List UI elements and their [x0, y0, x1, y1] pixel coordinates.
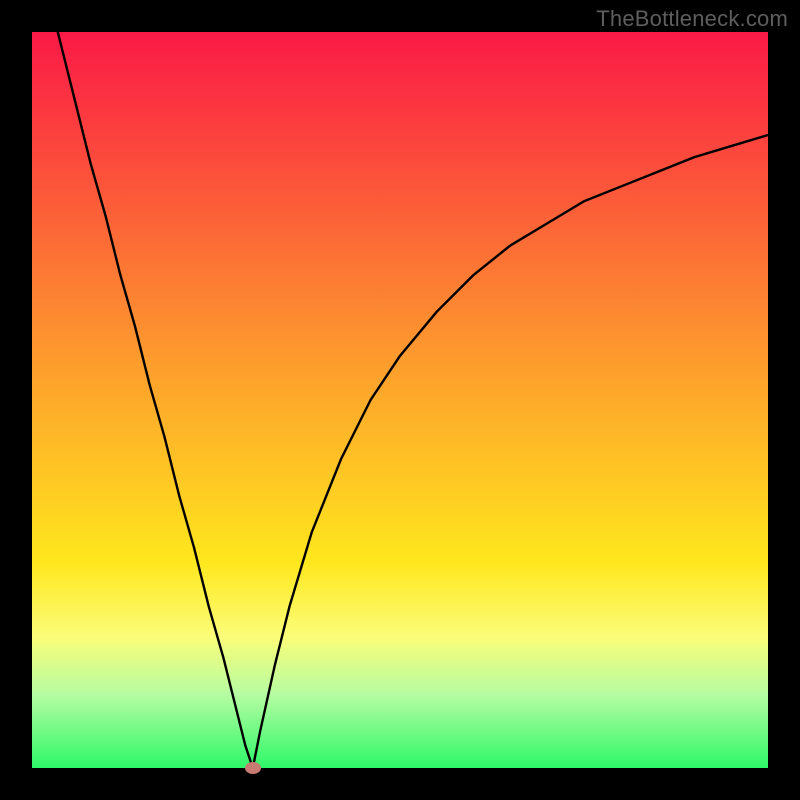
plot-area [32, 32, 768, 768]
optimum-marker [245, 762, 261, 774]
curve-path [58, 32, 768, 768]
watermark-text: TheBottleneck.com [596, 6, 788, 32]
chart-stage: TheBottleneck.com [0, 0, 800, 800]
bottleneck-curve [32, 32, 768, 768]
